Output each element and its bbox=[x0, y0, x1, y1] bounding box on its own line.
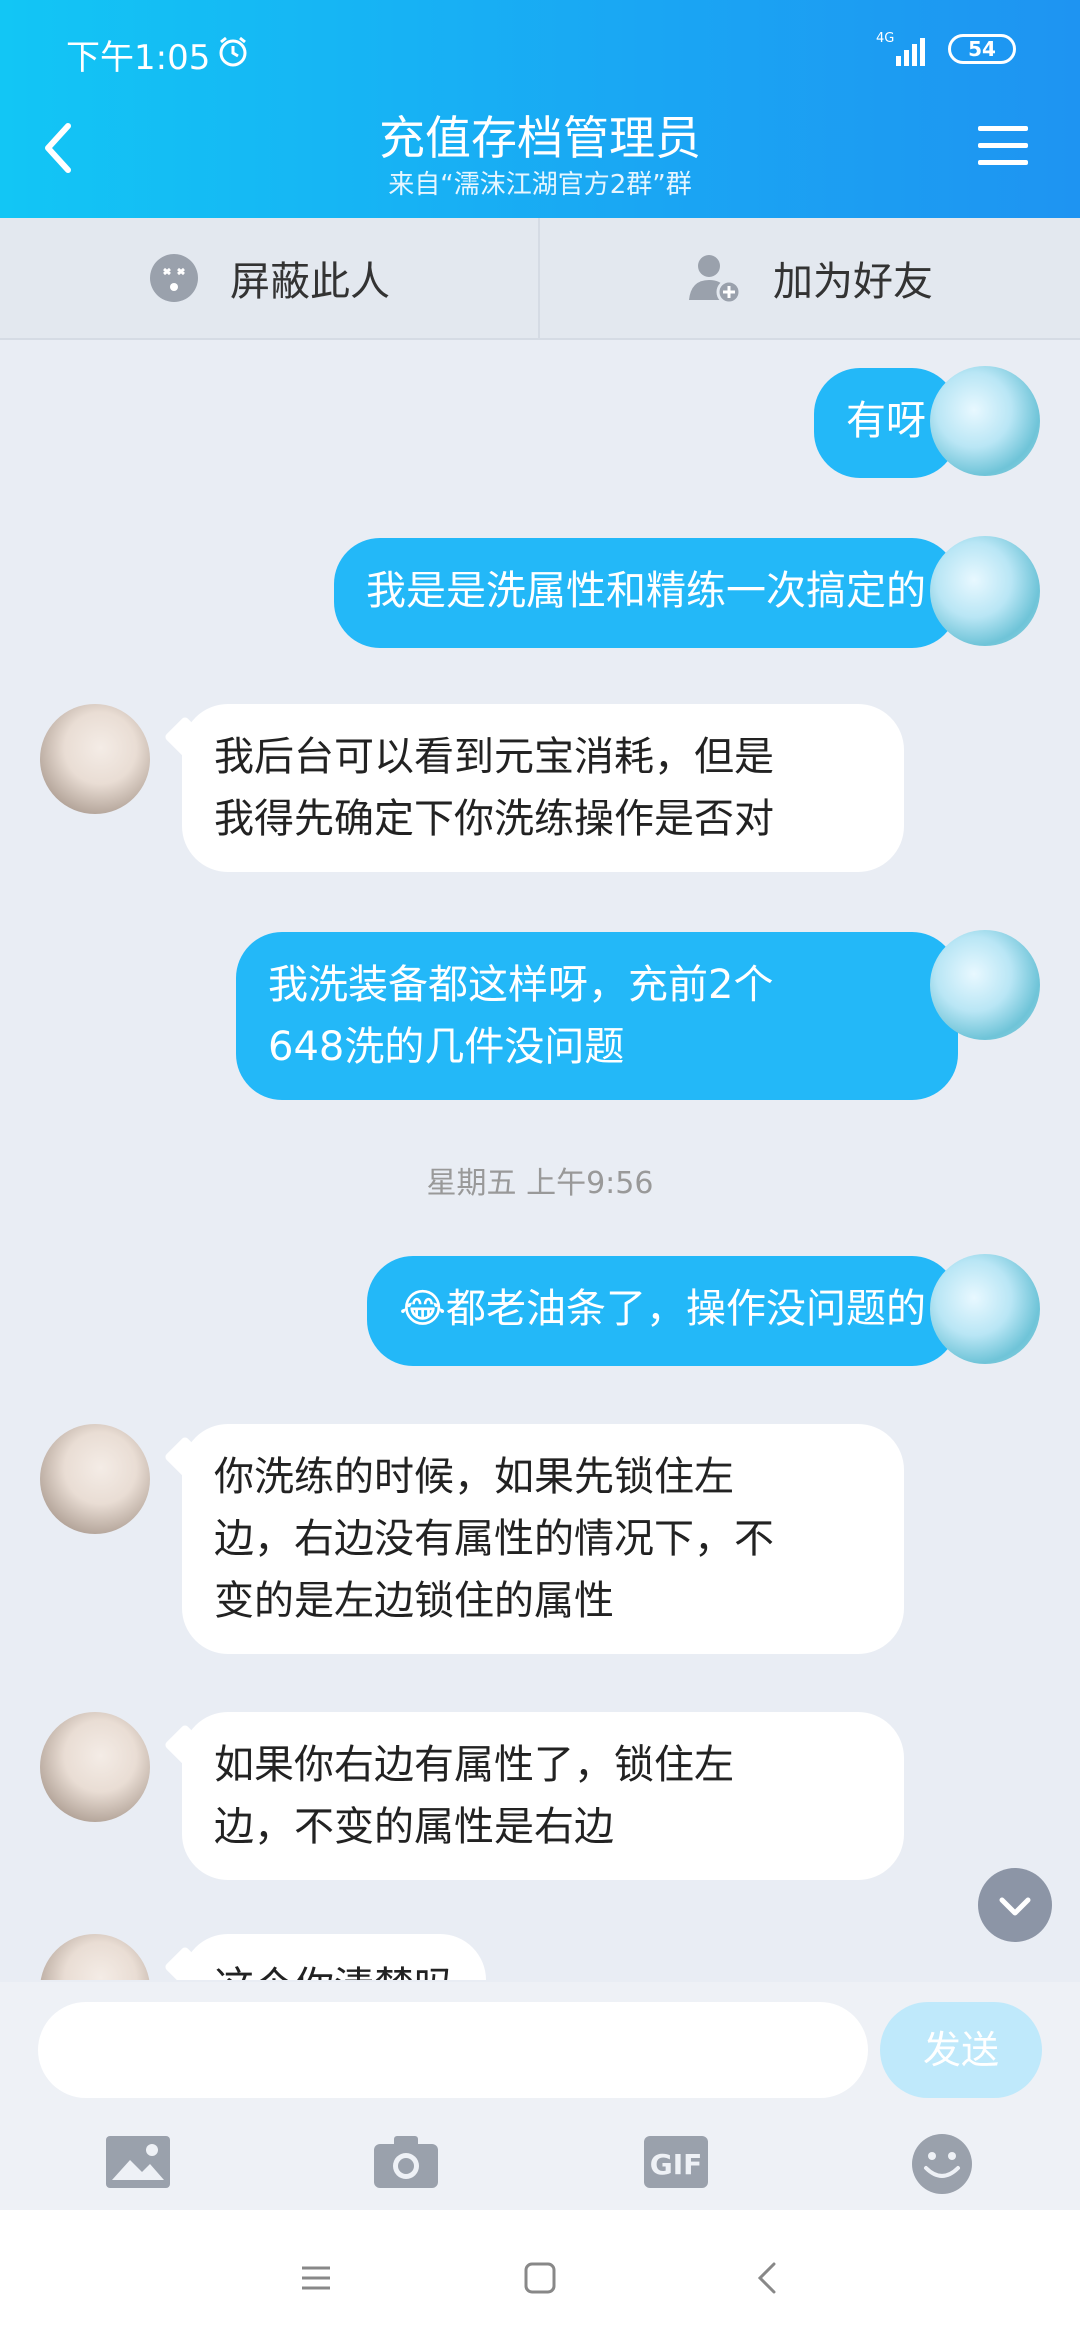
network-label: 4G bbox=[876, 31, 894, 46]
my-avatar[interactable] bbox=[930, 366, 1040, 476]
chevron-down-icon bbox=[999, 1897, 1031, 1916]
scroll-to-bottom-button[interactable] bbox=[978, 1868, 1052, 1942]
message-text: 我是是洗属性和精练一次搞定的 bbox=[366, 568, 926, 614]
camera-icon[interactable] bbox=[372, 2132, 440, 2192]
emoji-icon[interactable] bbox=[910, 2132, 974, 2196]
my-avatar[interactable] bbox=[930, 1254, 1040, 1364]
my-avatar[interactable] bbox=[930, 930, 1040, 1040]
message-bubble-sent[interactable]: 😂都老油条了，操作没问题的 bbox=[367, 1256, 958, 1366]
sender-avatar[interactable] bbox=[40, 1424, 150, 1534]
gif-label: GIF bbox=[650, 2148, 703, 2181]
message-line: 如果你右边有属性了，锁住左 bbox=[214, 1742, 734, 1788]
chat-subtitle: 来自“濡沫江湖官方2群”群 bbox=[388, 170, 692, 200]
sender-avatar[interactable] bbox=[40, 1712, 150, 1822]
add-friend-button[interactable]: 加为好友 bbox=[540, 218, 1080, 338]
home-icon[interactable] bbox=[520, 2258, 560, 2298]
chat-title: 充值存档管理员 bbox=[379, 111, 701, 165]
message-text: 这个你清楚吗 bbox=[214, 1964, 454, 1980]
image-icon[interactable] bbox=[104, 2132, 172, 2192]
message-line: 边，右边没有属性的情况下，不 bbox=[214, 1516, 774, 1562]
message-list[interactable]: 有呀 我是是洗属性和精练一次搞定的 我后台可以看到元宝消耗，但是 我得先确定下你… bbox=[0, 340, 1080, 1980]
block-user-label: 屏蔽此人 bbox=[230, 259, 390, 305]
message-bubble-sent[interactable]: 我是是洗属性和精练一次搞定的 bbox=[334, 538, 958, 648]
message-line: 变的是左边锁住的属性 bbox=[214, 1578, 614, 1624]
my-avatar[interactable] bbox=[930, 536, 1040, 646]
sender-avatar[interactable] bbox=[40, 704, 150, 814]
action-bar: 屏蔽此人 加为好友 bbox=[0, 218, 1080, 340]
message-line: 边，不变的属性是右边 bbox=[214, 1804, 614, 1850]
message-line: 你洗练的时候，如果先锁住左 bbox=[214, 1454, 734, 1500]
message-text: 有呀 bbox=[846, 398, 926, 444]
signal-icon: 4G bbox=[876, 31, 925, 66]
message-bubble-received[interactable]: 这个你清楚吗 bbox=[182, 1934, 486, 1980]
message-bubble-sent[interactable]: 我洗装备都这样呀，充前2个 648洗的几件没问题 bbox=[236, 932, 958, 1100]
message-line: 我得先确定下你洗练操作是否对 bbox=[214, 796, 774, 842]
message-line: 我后台可以看到元宝消耗，但是 bbox=[214, 734, 774, 780]
message-text: 都老油条了，操作没问题的 bbox=[446, 1286, 926, 1332]
system-nav-bar bbox=[0, 2210, 1080, 2340]
back-nav-icon[interactable] bbox=[748, 2258, 788, 2298]
laughing-emoji-icon: 😂 bbox=[399, 1286, 446, 1332]
add-friend-icon bbox=[689, 255, 742, 305]
alarm-icon bbox=[219, 36, 247, 67]
recent-apps-icon[interactable] bbox=[296, 2258, 336, 2298]
message-bubble-received[interactable]: 我后台可以看到元宝消耗，但是 我得先确定下你洗练操作是否对 bbox=[182, 704, 904, 872]
message-line: 我洗装备都这样呀，充前2个 bbox=[268, 962, 774, 1008]
block-face-icon bbox=[150, 254, 198, 302]
message-bubble-received[interactable]: 如果你右边有属性了，锁住左 边，不变的属性是右边 bbox=[182, 1712, 904, 1880]
status-time: 下午1:05 bbox=[66, 38, 211, 78]
send-button[interactable]: 发送 bbox=[880, 2002, 1042, 2098]
menu-icon[interactable] bbox=[978, 124, 1028, 168]
message-bubble-received[interactable]: 你洗练的时候，如果先锁住左 边，右边没有属性的情况下，不 变的是左边锁住的属性 bbox=[182, 1424, 904, 1654]
add-friend-label: 加为好友 bbox=[773, 259, 933, 305]
block-user-button[interactable]: 屏蔽此人 bbox=[0, 218, 540, 338]
sender-avatar[interactable] bbox=[40, 1934, 150, 1980]
battery-indicator: 54 bbox=[948, 34, 1016, 64]
message-line: 648洗的几件没问题 bbox=[268, 1024, 625, 1070]
message-timestamp: 星期五 上午9:56 bbox=[426, 1166, 654, 1201]
message-input[interactable] bbox=[38, 2002, 868, 2098]
chat-header: 下午1:05 4G 54 充值存档管理员 来自“濡沫江湖官方2群”群 bbox=[0, 0, 1080, 218]
gif-icon[interactable]: GIF bbox=[642, 2132, 710, 2192]
